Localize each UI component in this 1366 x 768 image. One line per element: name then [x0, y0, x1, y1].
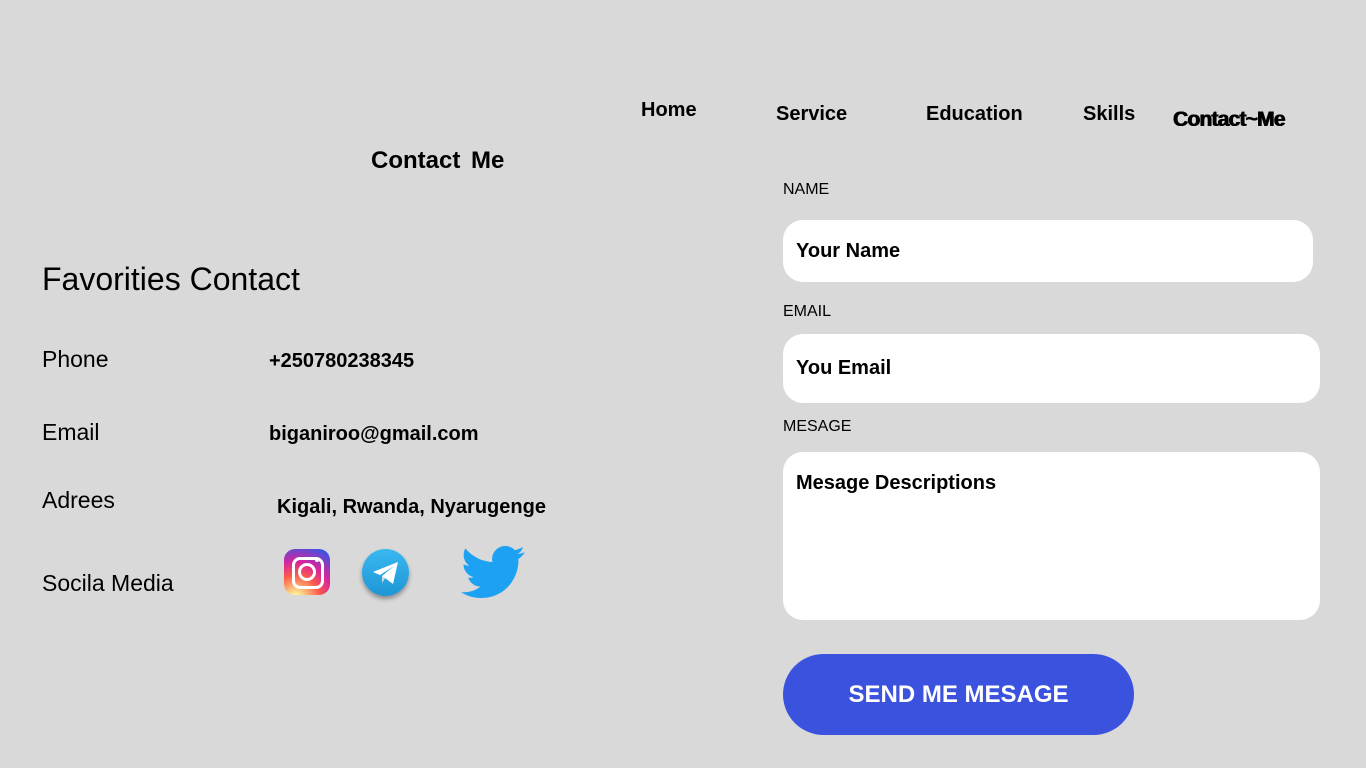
message-textarea[interactable]	[783, 452, 1320, 620]
nav-skills-link[interactable]: Skills	[1083, 103, 1135, 126]
page-title: Contact Me	[371, 147, 505, 174]
instagram-icon[interactable]	[284, 549, 330, 595]
social-media-label: Socila Media	[42, 570, 174, 596]
nav-service-link[interactable]: Service	[776, 103, 847, 126]
name-input[interactable]	[783, 220, 1313, 282]
address-label: Adrees	[42, 487, 115, 513]
name-field-label: NAME	[783, 181, 830, 198]
contacts-heading: Favorities Contact	[42, 261, 300, 297]
nav-home-link[interactable]: Home	[641, 99, 697, 122]
email-label: Email	[42, 419, 100, 445]
phone-value: +250780238345	[269, 350, 415, 372]
telegram-icon[interactable]	[362, 549, 409, 596]
email-field-label: EMAIL	[783, 303, 832, 320]
email-input[interactable]	[783, 334, 1320, 403]
send-message-button[interactable]: SEND ME MESAGE	[783, 654, 1134, 735]
message-field-label: MESAGE	[783, 418, 852, 435]
email-value: biganiroo@gmail.com	[269, 423, 479, 445]
phone-label: Phone	[42, 346, 109, 372]
nav-education-link[interactable]: Education	[926, 103, 1023, 126]
twitter-icon[interactable]	[457, 546, 529, 603]
address-value: Kigali, Rwanda, Nyarugenge	[277, 496, 546, 518]
nav-contact-link[interactable]: Contact~Me	[1173, 108, 1285, 132]
